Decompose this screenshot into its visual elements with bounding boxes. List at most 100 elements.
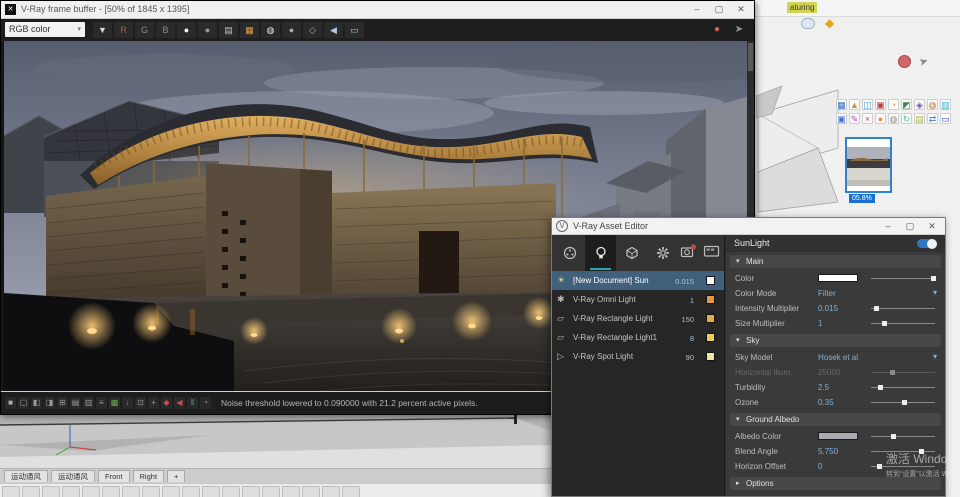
mini-toolbar-icon[interactable] [262,486,280,497]
speech-bubble-icon[interactable] [801,18,815,29]
grid-icon[interactable]: ⊞ [57,397,68,409]
param-value[interactable]: Hosek et al [818,353,858,362]
param-blend-angle[interactable]: Blend Angle 5.750 ▾ [726,444,945,459]
param-slider[interactable] [871,323,935,324]
tray-icon[interactable]: ▥ [940,99,951,110]
tab-lights[interactable] [585,235,616,271]
scene-tab-front[interactable]: Front [98,470,130,482]
mini-toolbar-icon[interactable] [82,486,100,497]
mini-toolbar-icon[interactable] [322,486,340,497]
download-icon[interactable]: ↓ [122,397,133,409]
light-row-spot[interactable]: ▷ V-Ray Spot Light 90 [552,347,724,366]
param-ozone[interactable]: Ozone 0.35 ▾ [726,395,945,410]
param-slider[interactable] [871,402,935,403]
mini-toolbar-icon[interactable] [102,486,120,497]
close-button[interactable]: ✕ [730,1,752,18]
light-row-omni[interactable]: ✱ V-Ray Omni Light 1 [552,290,724,309]
param-color[interactable]: Color ▾ [726,271,945,286]
mini-toolbar-icon[interactable] [302,486,320,497]
rows-icon[interactable]: ▤ [70,397,81,409]
tray-icon[interactable]: ▲ [849,99,860,110]
param-value[interactable]: 0 [818,462,822,471]
mini-toolbar-icon[interactable] [242,486,260,497]
tray-icon[interactable]: ◩ [901,99,912,110]
param-value[interactable]: 5.750 [818,447,838,456]
tray-icon[interactable]: ⇄ [927,113,938,124]
mini-toolbar-icon[interactable] [62,486,80,497]
light-color-swatch[interactable] [706,352,715,361]
mini-toolbar-icon[interactable] [162,486,180,497]
light-row-rectangle1[interactable]: ▱ V-Ray Rectangle Light1 8 [552,328,724,347]
param-slider[interactable] [871,372,935,373]
maximize-button[interactable]: ▢ [899,218,921,235]
frame-buffer-button[interactable] [703,243,720,264]
green-channel-icon[interactable]: G [135,22,154,38]
param-value[interactable]: Filter [818,289,836,298]
mini-toolbar-icon[interactable] [182,486,200,497]
render-thumbnail[interactable] [845,137,892,193]
mini-toolbar-icon[interactable] [2,486,20,497]
tray-icon[interactable]: ▭ [940,113,951,124]
close-button[interactable]: ✕ [921,218,943,235]
tray-icon[interactable]: ↻ [901,113,912,124]
half-right-icon[interactable]: ◨ [44,397,55,409]
section-sky[interactable]: ▾ Sky ▾ [730,334,941,347]
tray-icon[interactable]: ▣ [875,99,886,110]
open-image-icon[interactable]: ▦ [240,22,259,38]
param-slider[interactable] [871,308,935,309]
white-mode-icon[interactable]: ● [177,22,196,38]
param-slider[interactable] [871,387,935,388]
tab-geometry[interactable] [616,235,647,271]
sketchup-viewport[interactable] [0,415,551,468]
sphere-icon[interactable]: ● [282,22,301,38]
denoise-icon[interactable]: ▩ [109,397,120,409]
param-value[interactable]: 2.5 [818,383,829,392]
scene-tab-1[interactable]: 运动通风 [4,470,48,482]
gray-sphere-icon[interactable]: ● [198,22,217,38]
tray-icon[interactable]: ▤ [914,113,925,124]
color-swatch[interactable] [818,274,858,282]
pause-icon[interactable]: ‖ [187,397,198,409]
tray-icon[interactable]: ◍ [927,99,938,110]
mini-toolbar-icon[interactable] [22,486,40,497]
vfb-titlebar[interactable]: ✕ V-Ray frame buffer - [50% of 1845 x 13… [1,1,754,19]
asset-editor-titlebar[interactable]: V V-Ray Asset Editor – ▢ ✕ [552,218,945,235]
tray-icon[interactable]: ◫ [862,99,873,110]
param-slider[interactable] [871,436,935,437]
cursor-tool-icon[interactable]: ➤ [917,54,930,69]
diamond-icon[interactable]: ◆ [825,17,834,30]
param-intensity-multiplier[interactable]: Intensity Multiplier 0.015 ▾ [726,301,945,316]
render-button[interactable] [680,243,697,264]
param-sky-model[interactable]: Sky Model Hosek et al ▾ [726,350,945,365]
save-image-icon[interactable]: ▤ [219,22,238,38]
tray-icon[interactable]: × [862,113,873,124]
light-color-swatch[interactable] [706,333,715,342]
compare-icon[interactable]: ◇ [303,22,322,38]
mini-toolbar-icon[interactable] [342,486,360,497]
mini-toolbar-icon[interactable] [142,486,160,497]
scene-tab-2[interactable]: 运动通风 [51,470,95,482]
maximize-button[interactable]: ▢ [708,1,730,18]
light-row-sun[interactable]: ☀ [New Document] Sun 0.015 [552,271,724,290]
tray-icon[interactable]: ▦ [836,99,847,110]
mini-toolbar-icon[interactable] [202,486,220,497]
param-value[interactable]: 1 [818,319,822,328]
color-swatch[interactable] [818,432,858,440]
timer-icon[interactable]: ◔ [200,397,211,409]
tray-icon[interactable]: ● [875,113,886,124]
minimize-button[interactable]: – [686,1,708,18]
param-value[interactable]: 0.015 [818,304,838,313]
monitor-icon[interactable]: ▭ [345,22,364,38]
list-icon[interactable]: ≡ [96,397,107,409]
mini-toolbar-icon[interactable] [42,486,60,497]
marker-icon[interactable]: ◆ [161,397,172,409]
param-value[interactable]: 0.35 [818,398,834,407]
pixel-info-icon[interactable]: ⊡ [135,397,146,409]
stop-icon[interactable]: ■ [5,397,16,409]
param-value[interactable]: 25000 [818,368,840,377]
scene-tab-right[interactable]: Right [133,470,165,482]
half-left-icon[interactable]: ◧ [31,397,42,409]
light-color-swatch[interactable] [706,295,715,304]
follow-mouse-icon[interactable]: ➤ [730,22,748,38]
history-arrow-icon[interactable]: ◀ [324,22,343,38]
